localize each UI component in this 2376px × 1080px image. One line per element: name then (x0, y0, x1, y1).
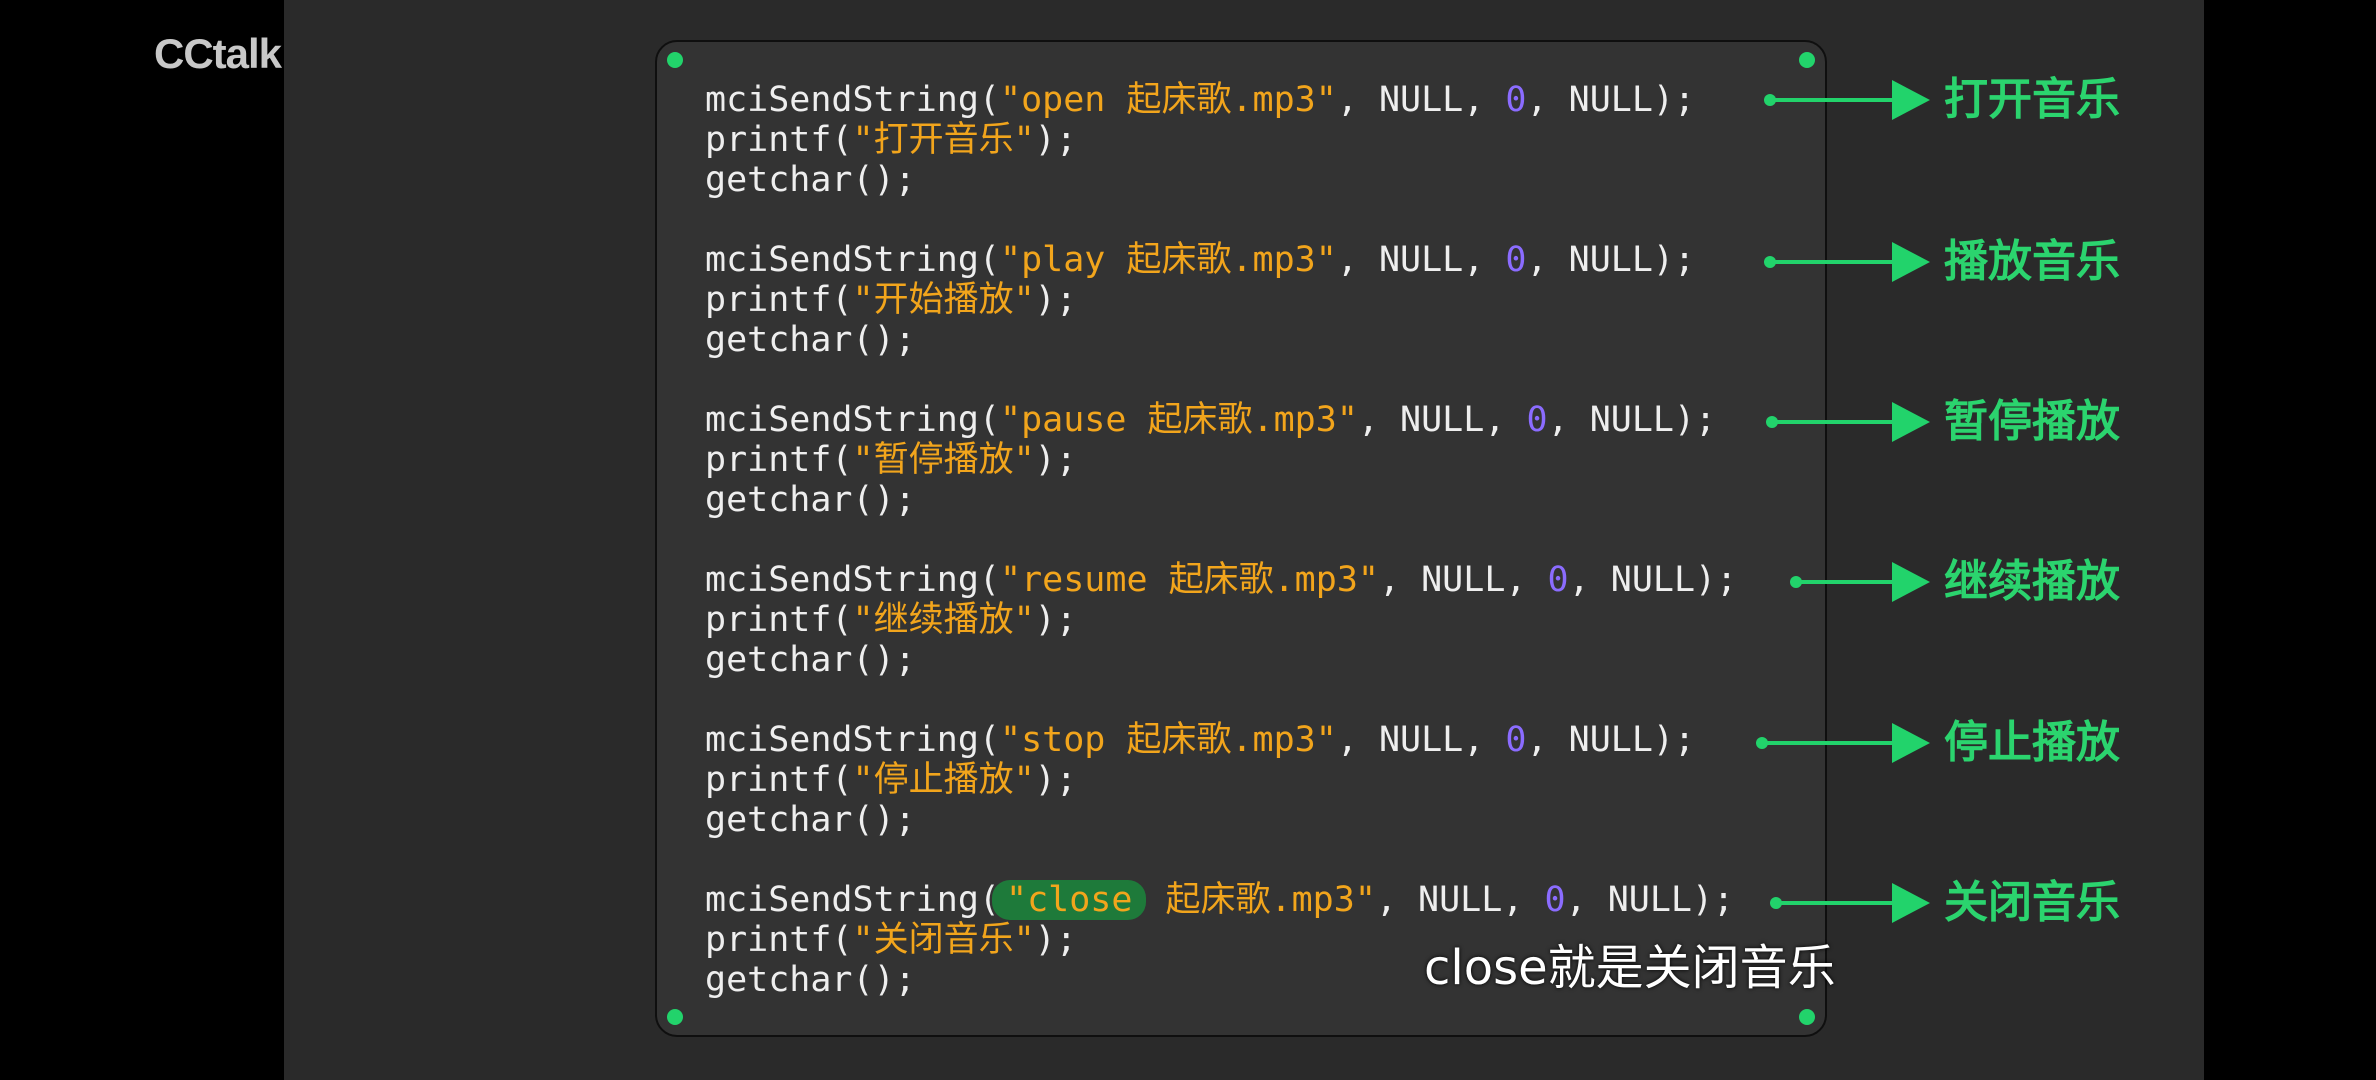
mci-command: stop (1021, 720, 1106, 760)
mci-call-line: mciSendString("open 起床歌.mp3", NULL, 0, N… (705, 80, 1696, 120)
mci-command: pause (1021, 400, 1127, 440)
label-open-music: 打开音乐 (1944, 74, 2120, 125)
arrow-shaft (1772, 420, 1900, 424)
corner-dot-top-right (1799, 52, 1815, 68)
arrow-head-icon (1892, 883, 1930, 923)
arrow-shaft (1770, 260, 1900, 264)
corner-dot-bottom-right (1799, 1009, 1815, 1025)
arrow-pause (1766, 402, 1934, 442)
cctalk-logo: CCtalk (154, 30, 282, 77)
code-block-resume: mciSendString("resume 起床歌.mp3", NULL, 0,… (705, 560, 1737, 680)
mci-call-line: mciSendString("resume 起床歌.mp3", NULL, 0,… (705, 560, 1738, 600)
code-block-open: mciSendString("open 起床歌.mp3", NULL, 0, N… (705, 80, 1695, 200)
label-resume-play: 继续播放 (1944, 556, 2120, 607)
arrow-head-icon (1892, 80, 1930, 120)
code-card: mciSendString("open 起床歌.mp3", NULL, 0, N… (655, 40, 1827, 1037)
mci-command: resume (1021, 560, 1148, 600)
arrow-open (1764, 80, 1934, 120)
arrow-resume (1790, 562, 1934, 602)
getchar-line: getchar(); (705, 800, 916, 840)
code-block-play: mciSendString("play 起床歌.mp3", NULL, 0, N… (705, 240, 1695, 360)
corner-dot-bottom-left (667, 1009, 683, 1025)
label-close-music: 关闭音乐 (1944, 877, 2120, 928)
label-play-music: 播放音乐 (1944, 236, 2120, 287)
arrow-head-icon (1892, 402, 1930, 442)
mci-command: open (1021, 80, 1106, 120)
code-block-stop: mciSendString("stop 起床歌.mp3", NULL, 0, N… (705, 720, 1695, 840)
mci-call-line: mciSendString("pause 起床歌.mp3", NULL, 0, … (705, 400, 1717, 440)
arrow-shaft (1796, 580, 1900, 584)
label-pause-play: 暂停播放 (1944, 396, 2120, 447)
arrow-close (1770, 883, 1934, 923)
printf-line: printf("暂停播放"); (705, 440, 1077, 480)
arrow-stop (1756, 723, 1934, 763)
arrow-shaft (1776, 901, 1900, 905)
printf-line: printf("打开音乐"); (705, 120, 1077, 160)
label-stop-play: 停止播放 (1944, 717, 2120, 768)
corner-dot-top-left (667, 52, 683, 68)
arrow-shaft (1770, 98, 1900, 102)
arrow-head-icon (1892, 562, 1930, 602)
getchar-line: getchar(); (705, 640, 916, 680)
video-subtitle: close就是关闭音乐 (1424, 940, 1836, 996)
mci-call-line: mciSendString("stop 起床歌.mp3", NULL, 0, N… (705, 720, 1696, 760)
arrow-head-icon (1892, 723, 1930, 763)
mci-command: close (1027, 880, 1133, 920)
mci-call-line: mciSendString("close 起床歌.mp3", NULL, 0, … (705, 880, 1735, 920)
getchar-line: getchar(); (705, 320, 916, 360)
arrow-shaft (1762, 741, 1900, 745)
printf-line: printf("继续播放"); (705, 600, 1077, 640)
getchar-line: getchar(); (705, 160, 916, 200)
printf-line: printf("停止播放"); (705, 760, 1077, 800)
mci-command: play (1021, 240, 1106, 280)
arrow-play (1764, 242, 1934, 282)
code-block-pause: mciSendString("pause 起床歌.mp3", NULL, 0, … (705, 400, 1716, 520)
printf-line: printf("开始播放"); (705, 280, 1077, 320)
getchar-line: getchar(); (705, 480, 916, 520)
highlighted-command: "close (992, 880, 1147, 920)
mci-call-line: mciSendString("play 起床歌.mp3", NULL, 0, N… (705, 240, 1696, 280)
arrow-head-icon (1892, 242, 1930, 282)
